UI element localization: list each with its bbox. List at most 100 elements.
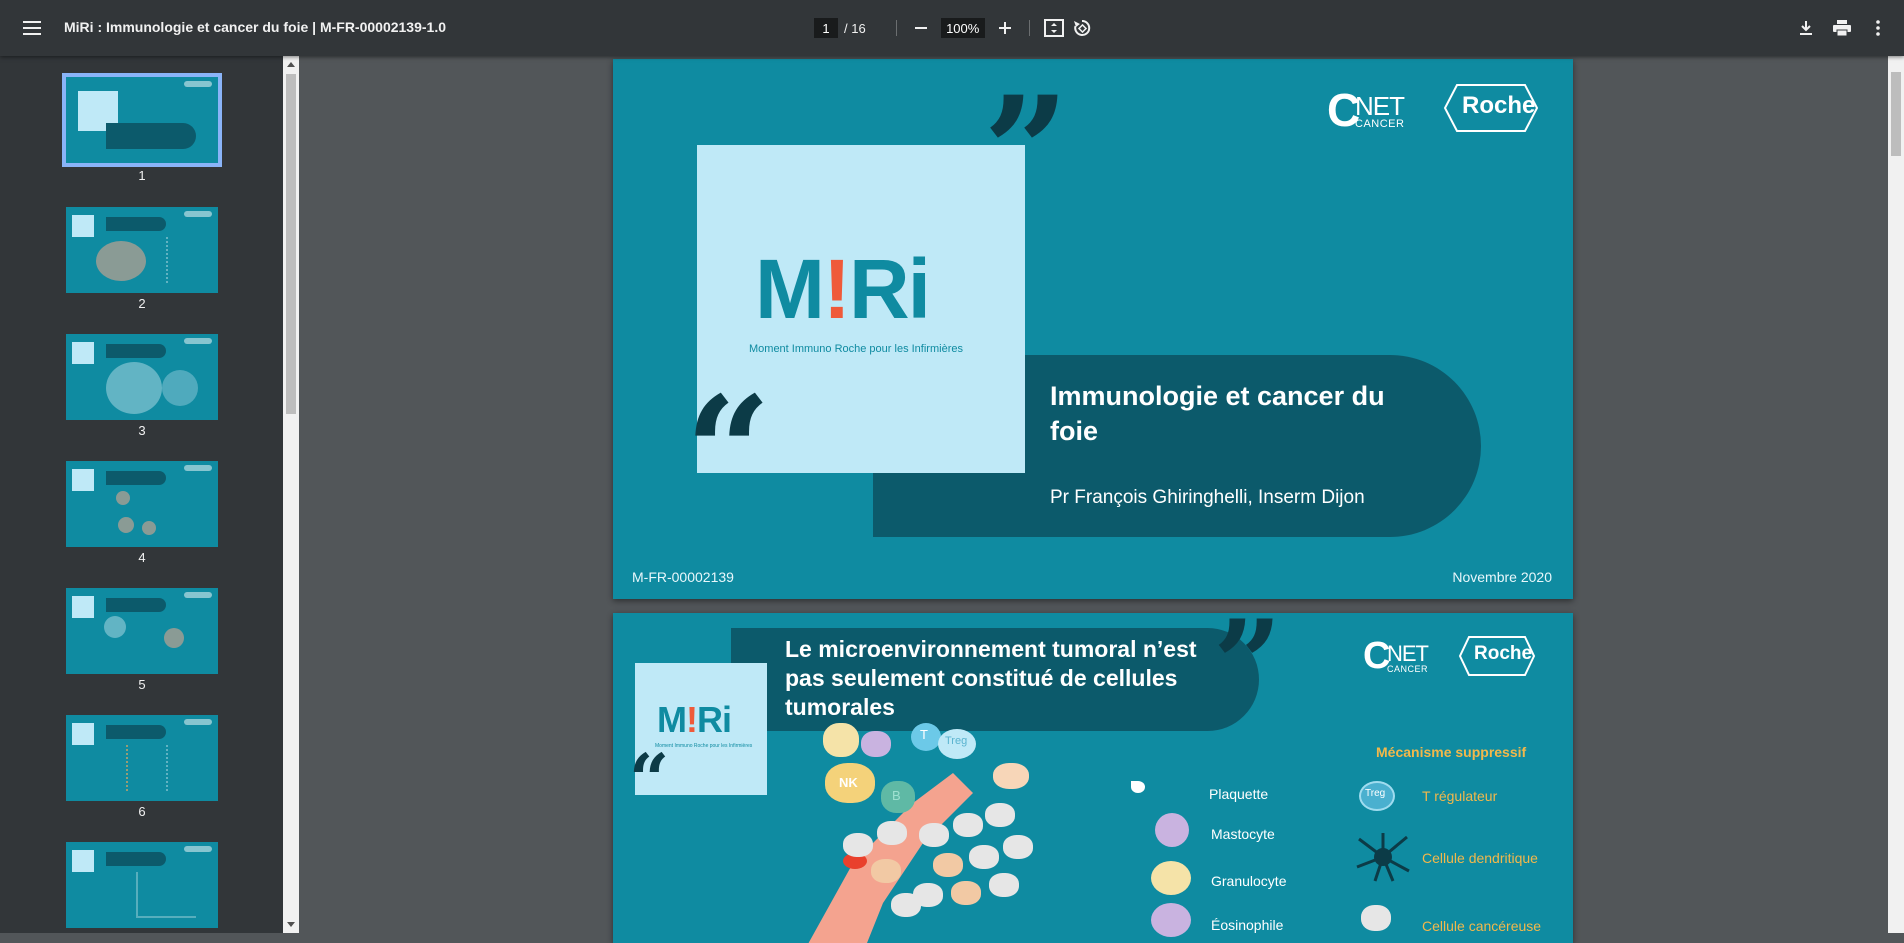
cancer-cell [951,881,981,905]
slide-title: Le microenvironnement tumoral n’est pas … [785,636,1197,720]
thumbnail-page-3[interactable] [66,334,218,420]
cancer-cell [877,821,907,845]
document-date: Novembre 2020 [1452,569,1552,585]
more-options-icon[interactable] [1864,14,1892,42]
granulocyte-cell [823,723,859,757]
toolbar-actions [1792,14,1892,42]
opening-quote-icon: “ [685,364,772,540]
download-icon[interactable] [1792,14,1820,42]
thumbnail-list-art [166,237,210,283]
mastocyte-icon [1155,813,1189,847]
thumbnail-logo [72,342,94,364]
page-number-input[interactable] [814,18,838,38]
thumbnail-page-6[interactable] [66,715,218,801]
thumbnail-logo [72,850,94,872]
slide-page-2: Le microenvironnement tumoral n’est pas … [613,613,1573,943]
thumbnail-brand [184,465,212,471]
thumbnail-page-7[interactable] [66,842,218,928]
thumbnail-band [106,471,166,485]
total-pages: / 16 [844,20,866,36]
thumbnail-page-5[interactable] [66,588,218,674]
thumbnail-page-4[interactable] [66,461,218,547]
thumbnail-page-1[interactable] [62,73,222,167]
cancer-cell [1003,835,1033,859]
b-cell-label: B [892,788,901,803]
thumbnail-band [106,725,166,739]
closing-quote-icon: ” [1213,613,1283,735]
thumbnail-brand [184,211,212,217]
mechanism-item-dendritic-cell: Cellule dendritique [1422,850,1538,866]
brand-cancer-word: CANCER [1387,664,1429,674]
mechanism-title: Mécanisme suppressif [1376,744,1527,760]
cancer-cell [919,823,949,847]
scroll-up-icon[interactable] [287,62,295,67]
eosinophil-icon [1151,903,1191,937]
cancer-cell [989,873,1019,897]
thumbnail-art [106,362,162,414]
legend-item-mastocyte: Mastocyte [1211,826,1275,842]
zoom-in-icon[interactable] [991,14,1019,42]
thumbnail-band [106,852,166,866]
fit-page-icon[interactable] [1040,14,1068,42]
cancer-cell [843,833,873,857]
closing-quote-icon: ” [983,64,1070,240]
scroll-down-icon[interactable] [287,922,295,927]
thumbnail-label: 6 [138,804,146,819]
cancer-cell [969,845,999,869]
thumbnail-brand [184,338,212,344]
thumbnail-band [106,217,166,231]
legend-item-platelet: Plaquette [1209,786,1269,802]
thumbnail-label: 3 [138,423,146,438]
print-icon[interactable] [1828,14,1856,42]
cancer-cell [985,803,1015,827]
thumbnail-sidebar: 1 2 3 4 5 6 [0,56,283,933]
main-scroll-thumb[interactable] [1891,72,1901,156]
cancer-cell [933,853,963,877]
miri-subtitle: Moment Immuno Roche pour les Infirmières [655,743,753,749]
slide-title: Immunologie et cancer du foie [1050,381,1385,446]
menu-icon[interactable] [20,16,44,40]
document-title: MiRi : Immunologie et cancer du foie | M… [64,19,447,35]
thumbnail-art [162,370,198,406]
platelet-icon [1131,781,1145,793]
thumbnail-art [96,241,146,281]
thumbnail-logo [72,723,94,745]
roche-logo-text: Roche [1462,92,1536,119]
thumbnail-label: 4 [138,550,146,565]
nk-cell-label: NK [839,775,858,790]
eosinophil-cell [861,731,891,757]
page-zoom-controls: / 16 [814,16,1096,40]
thumbnail-list-art [166,745,210,791]
mechanism-item-cancer-cell: Cellule cancéreuse [1422,918,1542,934]
brand-cancer-word: CANCER [1355,118,1405,130]
thumbnail-label: 1 [138,168,146,183]
thumbnail-chart-art [136,872,196,918]
thumbnail-logo [72,215,94,237]
thumbnail-logo [72,469,94,491]
slide-page-1: M!Ri Moment Immuno Roche pour les Infirm… [613,59,1573,599]
dendritic-cell-icon [1356,833,1410,882]
treg-cell-label: Treg [945,735,968,747]
main-scrollbar[interactable] [1888,56,1904,933]
thumbnail-art [118,517,134,533]
slide-author: Pr François Ghiringhelli, Inserm Dijon [1050,487,1365,508]
cancer-cell [993,763,1029,789]
sidebar-scroll-thumb[interactable] [286,74,296,414]
zoom-level-input[interactable] [940,18,985,38]
thumbnail-band [106,344,166,358]
thumbnail-brand [184,592,212,598]
thumbnail-band [106,598,166,612]
thumbnail-label: 2 [138,296,146,311]
thumbnail-label: 5 [138,677,146,692]
document-code: M-FR-00002139 [632,569,734,585]
sidebar-scrollbar[interactable] [283,56,299,933]
thumbnail-brand [184,81,212,87]
thumbnail-art [142,521,156,535]
thumbnail-page-2[interactable] [66,207,218,293]
thumbnail-art [104,616,126,638]
thumbnail-logo [72,596,94,618]
zoom-out-icon[interactable] [907,14,935,42]
legend-item-eosinophil: Éosinophile [1211,917,1284,933]
thumbnail-brand [184,719,212,725]
rotate-icon[interactable] [1068,14,1096,42]
